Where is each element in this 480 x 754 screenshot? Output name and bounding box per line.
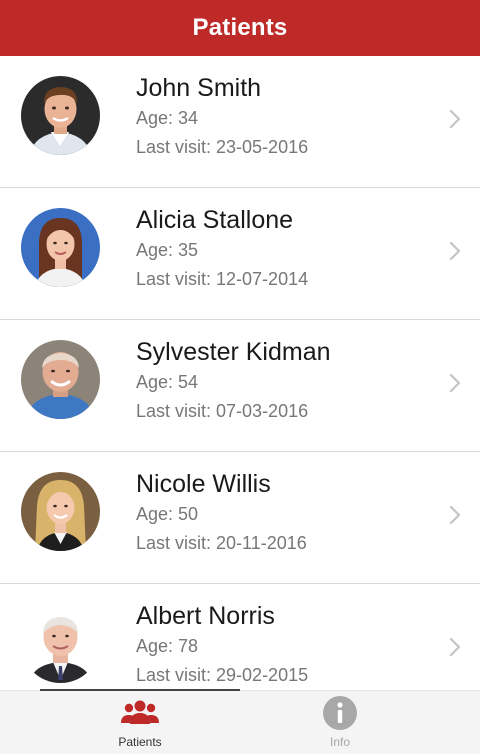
chevron-right-icon <box>449 373 461 393</box>
patient-last-visit: Last visit: 23-05-2016 <box>136 137 309 157</box>
people-icon <box>121 700 159 724</box>
patient-row-sylvester-kidman[interactable]: Sylvester Kidman Age: 54 Last visit: 07-… <box>0 320 480 452</box>
patient-name: John Smith <box>136 74 262 102</box>
patient-last-visit: Last visit: 12-07-2014 <box>136 269 309 289</box>
tab-label: Info <box>329 735 350 749</box>
patient-age: Age: 50 <box>136 504 199 524</box>
patient-row-nicole-willis[interactable]: Nicole Willis Age: 50 Last visit: 20-11-… <box>0 452 480 584</box>
patient-list[interactable]: John Smith Age: 34 Last visit: 23-05-201… <box>0 56 480 690</box>
app: Patients John Smith Age: 34 Last visit: … <box>0 0 480 754</box>
patient-age: Age: 54 <box>136 372 199 392</box>
patient-row-alicia-stallone[interactable]: Alicia Stallone Age: 35 Last visit: 12-0… <box>0 188 480 320</box>
avatar <box>21 340 100 419</box>
patient-last-visit: Last visit: 07-03-2016 <box>136 401 309 421</box>
page-title: Patients <box>192 14 288 41</box>
patient-age: Age: 34 <box>136 108 199 128</box>
tab-info[interactable]: Info <box>220 691 460 754</box>
chevron-right-icon <box>449 637 461 657</box>
patient-name: Sylvester Kidman <box>136 338 331 366</box>
chevron-right-icon <box>449 109 461 129</box>
avatar <box>21 76 100 155</box>
chevron-right-icon <box>449 505 461 525</box>
patient-name: Alicia Stallone <box>136 206 294 234</box>
patient-name: Nicole Willis <box>136 470 271 498</box>
patient-last-visit: Last visit: 20-11-2016 <box>136 533 307 553</box>
header-bar: Patients <box>0 0 480 56</box>
info-icon <box>323 696 357 730</box>
patient-age: Age: 35 <box>136 240 199 260</box>
patient-row-john-smith[interactable]: John Smith Age: 34 Last visit: 23-05-201… <box>0 56 480 188</box>
patient-age: Age: 78 <box>136 636 199 656</box>
tab-bar: Patients Info <box>0 689 480 754</box>
patient-last-visit: Last visit: 29-02-2015 <box>136 665 309 685</box>
chevron-right-icon <box>449 241 461 261</box>
avatar <box>21 472 100 551</box>
patient-name: Albert Norris <box>136 602 275 630</box>
avatar <box>21 604 100 683</box>
avatar <box>21 208 100 287</box>
patient-row-albert-norris[interactable]: Albert Norris Age: 78 Last visit: 29-02-… <box>0 584 480 690</box>
